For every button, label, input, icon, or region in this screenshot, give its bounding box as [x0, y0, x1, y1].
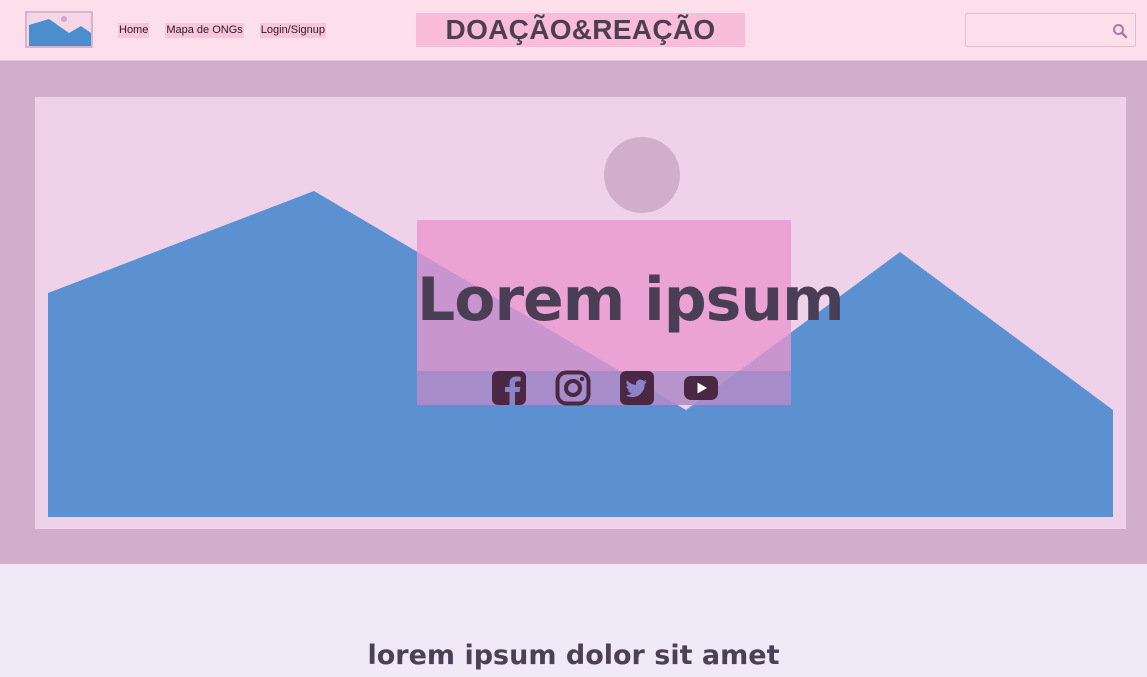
- top-navbar: Home Mapa de ONGs Login/Signup DOAÇÃO&RE…: [0, 0, 1147, 61]
- instagram-icon[interactable]: [555, 370, 591, 406]
- hero-card: Lorem ipsum: [417, 220, 845, 406]
- nav-link-mapa-de-ongs[interactable]: Mapa de ONGs: [165, 23, 244, 38]
- social-links: [491, 370, 747, 406]
- section-heading: lorem ipsum dolor sit amet: [367, 640, 780, 671]
- twitter-icon[interactable]: [619, 370, 655, 406]
- nav-links: Home Mapa de ONGs Login/Signup: [118, 23, 342, 38]
- logo-image-placeholder-icon[interactable]: [25, 11, 93, 48]
- hero-title: Lorem ipsum: [417, 265, 845, 335]
- nav-link-home[interactable]: Home: [118, 23, 150, 38]
- youtube-icon[interactable]: [683, 370, 719, 406]
- hero-banner: Lorem ipsum: [0, 61, 1147, 564]
- brand-title: DOAÇÃO&REAÇÃO: [445, 14, 716, 45]
- nav-link-login-signup[interactable]: Login/Signup: [259, 23, 326, 38]
- hero-image-placeholder: Lorem ipsum: [35, 97, 1126, 529]
- facebook-icon[interactable]: [491, 370, 527, 406]
- search-input[interactable]: [970, 19, 1114, 43]
- brand-banner: DOAÇÃO&REAÇÃO: [416, 13, 745, 47]
- search-icon[interactable]: [1112, 23, 1128, 39]
- search-box: [965, 13, 1136, 47]
- sun-shape: [604, 137, 680, 213]
